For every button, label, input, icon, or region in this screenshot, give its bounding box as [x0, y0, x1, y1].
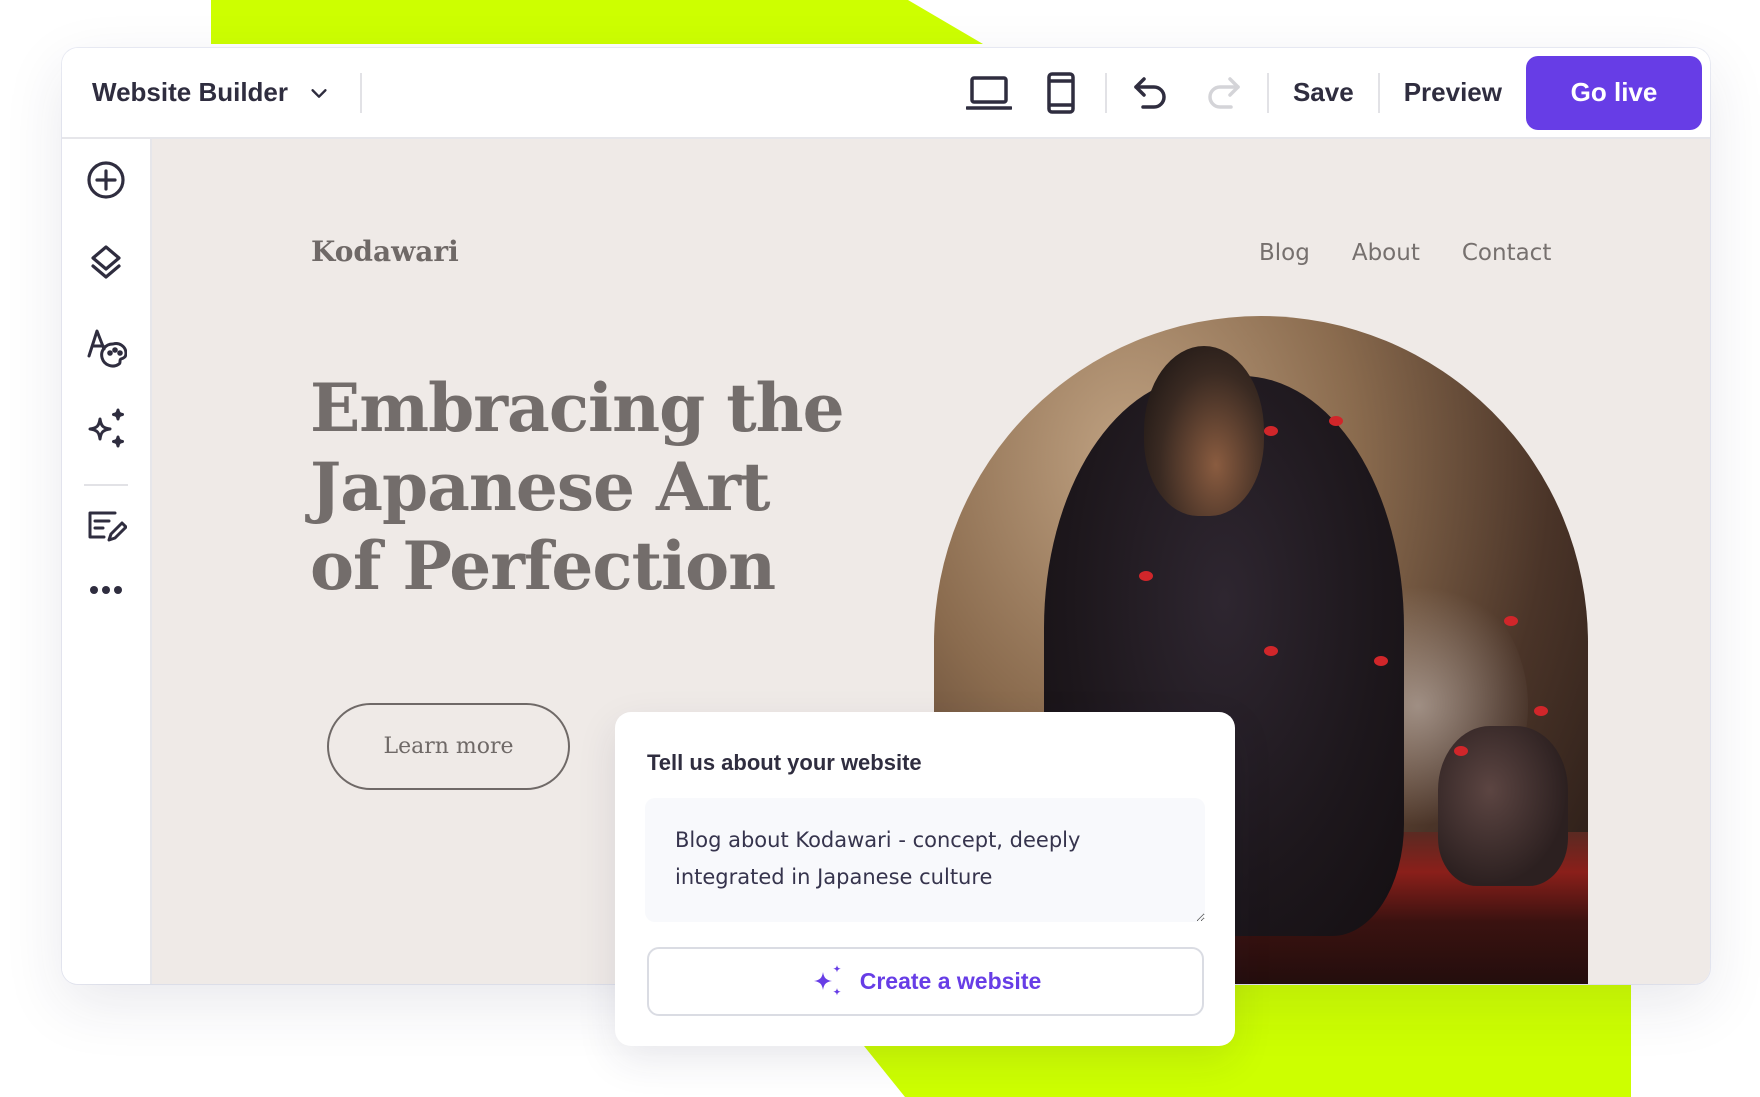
preview-button[interactable]: Preview — [1380, 77, 1526, 108]
redo-icon — [1208, 76, 1240, 109]
sidebar-item-styles[interactable] — [62, 317, 150, 377]
layers-icon — [91, 245, 121, 279]
hero-title-line: Embracing the — [310, 369, 845, 447]
image-petal — [1374, 656, 1388, 666]
mobile-icon — [1047, 71, 1075, 114]
image-petal — [1139, 571, 1153, 581]
toolbar-divider — [360, 72, 363, 113]
desktop-view-button[interactable] — [959, 63, 1019, 123]
sidebar-divider — [84, 484, 128, 486]
sidebar-item-edit-content[interactable] — [62, 497, 150, 557]
sidebar-item-add[interactable] — [62, 150, 150, 210]
go-live-button[interactable]: Go live — [1526, 55, 1702, 130]
app-title: Website Builder — [92, 77, 289, 107]
mobile-view-button[interactable] — [1031, 63, 1091, 123]
undo-button[interactable] — [1121, 63, 1181, 123]
learn-more-button[interactable]: Learn more — [327, 703, 570, 790]
image-petal — [1504, 616, 1518, 626]
image-petal — [1454, 746, 1468, 756]
sidebar-item-more[interactable] — [62, 560, 150, 620]
site-nav: Blog About Contact — [1259, 240, 1551, 266]
top-toolbar: Website Builder Save Preview Go live — [62, 48, 1710, 139]
edit-text-icon — [88, 511, 127, 542]
app-title-dropdown[interactable]: Website Builder — [92, 77, 330, 108]
image-petal — [1534, 706, 1548, 716]
image-petal — [1329, 416, 1343, 426]
toolbar-divider — [1104, 72, 1107, 113]
chevron-down-icon — [311, 88, 327, 98]
create-website-label: Create a website — [859, 968, 1042, 994]
add-circle-icon — [87, 161, 125, 199]
nav-link-contact[interactable]: Contact — [1462, 240, 1551, 266]
sidebar-item-ai-tools[interactable] — [62, 399, 150, 459]
create-website-button[interactable]: Create a website — [647, 947, 1204, 1016]
ai-sparkles-icon — [813, 964, 841, 995]
hero-title-line: Japanese Art — [310, 448, 770, 526]
styles-palette-icon — [87, 329, 127, 368]
nav-link-about[interactable]: About — [1352, 240, 1420, 266]
save-button[interactable]: Save — [1269, 77, 1378, 108]
prompt-label: Tell us about your website — [647, 750, 922, 775]
undo-icon — [1134, 76, 1166, 109]
hero-title-line: of Perfection — [310, 527, 776, 605]
left-sidebar — [62, 139, 152, 984]
image-petal — [1264, 426, 1278, 436]
site-logo[interactable]: Kodawari — [311, 235, 459, 268]
redo-button[interactable] — [1193, 63, 1253, 123]
ai-sparkles-icon — [88, 408, 124, 448]
decorative-lime-shape-top — [211, 0, 983, 44]
ai-prompt-card: Tell us about your website Blog about Ko… — [615, 712, 1235, 1046]
laptop-icon — [965, 75, 1012, 110]
image-head — [1144, 346, 1264, 516]
hero-title[interactable]: Embracing the Japanese Art of Perfection — [310, 369, 870, 606]
website-description-input[interactable]: Blog about Kodawari - concept, deeply in… — [645, 798, 1205, 922]
sidebar-item-layers[interactable] — [62, 232, 150, 292]
more-dots-icon — [90, 586, 122, 594]
image-petal — [1264, 646, 1278, 656]
nav-link-blog[interactable]: Blog — [1259, 240, 1310, 266]
